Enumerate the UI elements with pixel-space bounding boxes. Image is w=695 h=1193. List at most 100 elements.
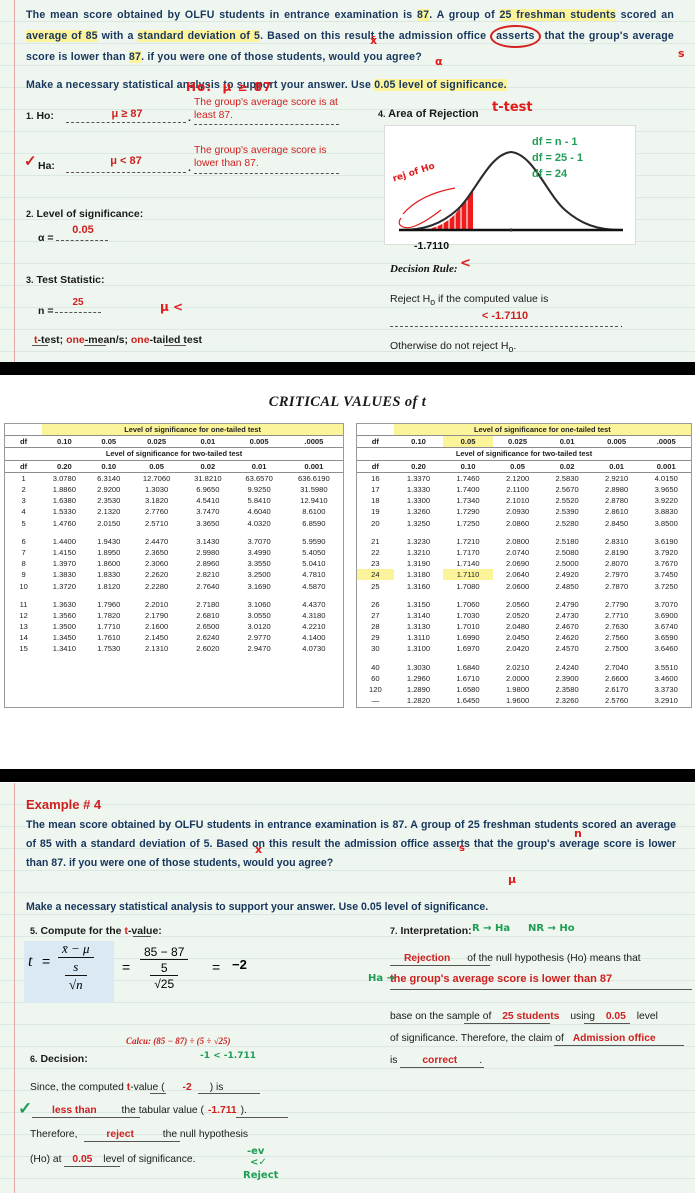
step3-underline-one1: [84, 345, 106, 346]
table-cell: 1.7460: [456, 473, 480, 483]
table-cell: 3.7450: [654, 570, 678, 580]
table-row[interactable]: 26 1.3150 1.7060 2.0560 2.4790 2.7790 3.7070: [357, 599, 691, 610]
table-cell: 1.3970: [52, 559, 76, 569]
table-cell: 2.6500: [196, 622, 220, 632]
table-cell: 1.7340: [456, 496, 480, 506]
table-row[interactable]: 1 3.0780 6.3140 12.7060 31.8210 63.6570 636.61…: [5, 472, 343, 484]
step1-desc-line: [194, 124, 339, 125]
table-cell: 2.1600: [144, 622, 169, 632]
table-cell: 2.5000: [555, 559, 579, 569]
table-cell: 2.5080: [555, 547, 579, 557]
table-cell-df: 13: [19, 622, 28, 632]
header-twotail-col: 0.01: [233, 460, 285, 473]
table-row[interactable]: — 1.2820 1.6450 1.9600 2.3260 2.5760 3.2910: [357, 695, 691, 706]
table-header-two-tailed-span: Level of significance for two-tailed tes…: [357, 447, 691, 461]
table-row[interactable]: 25 1.3160 1.7080 2.0600 2.4850 2.7870 3.7250: [357, 580, 691, 591]
step1b-desc-line: [194, 173, 339, 174]
table-cell: 2.0600: [505, 581, 530, 591]
calculator-note: Calcu: (85 − 87) ÷ (5 ÷ √25): [126, 1036, 231, 1046]
table-cell: 2.5280: [555, 518, 579, 528]
step1-ho-answer: μ ≥ 87: [111, 108, 143, 120]
table-cell: 2.8980: [605, 485, 629, 495]
table-cell: 8.6100: [302, 507, 326, 517]
table-cell: 3.0550: [247, 610, 271, 620]
problem-mean-value: 87: [417, 9, 430, 21]
table-cell: 2.8610: [605, 507, 629, 517]
table-cell: 63.6570: [245, 473, 273, 483]
table-row[interactable]: 11 1.3630 1.7960 2.2010 2.7180 3.1060 4.4370: [5, 599, 343, 610]
table-row[interactable]: 19 1.3260 1.7290 2.0930 2.5390 2.8610 3.8830: [357, 506, 691, 517]
table-row[interactable]: 8 1.3970 1.8600 2.3060 2.8960 3.3550 5.0410: [5, 558, 343, 569]
table-cell: 2.0520: [505, 610, 530, 620]
step7-claim-value: Admission office: [572, 1033, 656, 1044]
table-cell: 2.5760: [605, 696, 629, 706]
table-row[interactable]: 27 1.3140 1.7030 2.0520 2.4730 2.7710 3.6900: [357, 610, 691, 621]
table-row[interactable]: 20 1.3250 1.7250 2.0860 2.5280 2.8450 3.8500: [357, 518, 691, 529]
header-one-tailed-label: Level of significance for one-tailed tes…: [393, 424, 691, 436]
critical-value-label: -1.7110: [414, 240, 450, 252]
annotation-alpha-top: α: [435, 55, 443, 68]
header-twotail-col: 0.20: [42, 460, 87, 473]
formula-t-symbol: t: [28, 953, 33, 970]
table-cell: 2.9470: [247, 644, 271, 654]
table-row[interactable]: 14 1.3450 1.7610 2.1450 2.6240 2.9770 4.1400: [5, 632, 343, 643]
formula-denominator: s √n: [58, 958, 94, 993]
table-row[interactable]: 29 1.3110 1.6990 2.0450 2.4620 2.7560 3.6590: [357, 632, 691, 643]
table-row[interactable]: 7 1.4150 1.8950 2.3650 2.9980 3.4990 5.4050: [5, 547, 343, 558]
table-row[interactable]: 24 1.3180 1.7110 2.0640 2.4920 2.7970 3.7450: [357, 569, 691, 581]
step1-period: .: [188, 112, 191, 124]
table-row[interactable]: 16 1.3370 1.7460 2.1200 2.5830 2.9210 4.0150: [357, 472, 691, 484]
table-row[interactable]: 23 1.3190 1.7140 2.0690 2.5000 2.8070 3.7670: [357, 558, 691, 569]
table-gap-row: [5, 592, 343, 599]
table-row[interactable]: 60 1.2960 1.6710 2.0000 2.3900 2.6600 3.4600: [357, 673, 691, 684]
table-row[interactable]: 10 1.3720 1.8120 2.2280 2.7640 3.1690 4.5870: [5, 580, 343, 591]
table-row[interactable]: 15 1.3410 1.7530 2.1310 2.6020 2.9470 4.0730: [5, 643, 343, 654]
table-row[interactable]: 12 1.3560 1.7820 2.1790 2.6810 3.0550 4.3180: [5, 610, 343, 621]
table-cell: 2.3580: [555, 685, 579, 695]
table-cell: 1.3140: [406, 610, 431, 620]
table-cell: 1.3260: [406, 507, 431, 517]
table-row[interactable]: 120 1.2890 1.6580 1.9800 2.3580 2.6170 3.3730: [357, 684, 691, 695]
table-row[interactable]: 40 1.3030 1.6840 2.0210 2.4240 2.7040 3.5510: [357, 662, 691, 673]
table-cell: 3.1060: [247, 599, 271, 609]
table-cell: 2.6020: [196, 644, 220, 654]
table-row[interactable]: 22 1.3210 1.7170 2.0740 2.5080 2.8190 3.7920: [357, 547, 691, 558]
table-cell: 9.9250: [247, 485, 271, 495]
table-row[interactable]: 13 1.3500 1.7710 2.1600 2.6500 3.0120 4.2210: [5, 621, 343, 632]
table-row[interactable]: 9 1.3830 1.8330 2.2620 2.8210 3.2500 4.7810: [5, 569, 343, 580]
table-cell: 2.8960: [196, 559, 220, 569]
table-row[interactable]: 21 1.3230 1.7210 2.0800 2.5180 2.8310 3.6190: [357, 536, 691, 547]
table-row[interactable]: 5 1.4760 2.0150 2.5710 3.3650 4.0320 6.8590: [5, 518, 343, 529]
annotation-n-mark: n: [574, 827, 582, 840]
step1b-blank-line: [66, 172, 186, 173]
table-row[interactable]: 6 1.4400 1.9430 2.4470 3.1430 3.7070 5.9590: [5, 536, 343, 547]
header-onetail-col: 0.01: [182, 435, 234, 449]
table-row[interactable]: 18 1.3300 1.7340 2.1010 2.5520 2.8780 3.9220: [357, 495, 691, 506]
formula-equals-3: =: [212, 959, 221, 975]
table-header-two-tailed-cols: df 0.20 0.10 0.05 0.02 0.01 0.001: [357, 460, 691, 473]
annotation-reject-word: Reject: [243, 1170, 279, 1181]
table-cell: 31.5980: [300, 485, 328, 495]
table-cell: 1.8950: [97, 547, 121, 557]
table-row[interactable]: 3 1.6380 2.3530 3.1820 4.5410 5.8410 12.9410: [5, 495, 343, 506]
table-cell: 2.9200: [97, 485, 121, 495]
table-cell: 6.8590: [302, 518, 326, 528]
table-row[interactable]: 2 1.8860 2.9200 1.3030 6.9650 9.9250 31.5980: [5, 484, 343, 495]
step6-computed-value: -2: [182, 1082, 192, 1093]
slide-example-4: Example # 4 The mean score obtained by O…: [0, 783, 695, 1193]
separator-band-bottom: [0, 769, 695, 782]
step7-means-text: of the null hypothesis (Ho) means that: [467, 953, 641, 964]
table-row[interactable]: 17 1.3330 1.7400 2.1100 2.5670 2.8980 3.9650: [357, 484, 691, 495]
step7-sample-value: 25 students: [502, 1011, 560, 1022]
table-cell: 1.3560: [52, 610, 76, 620]
table-row[interactable]: 30 1.3100 1.6970 2.0420 2.4570 2.7500 3.6460: [357, 643, 691, 654]
table-cell: 2.9770: [247, 633, 271, 643]
table-row[interactable]: 28 1.3130 1.7010 2.0480 2.4670 2.7630 3.6740: [357, 621, 691, 632]
formula-numerator: x̄ − μ: [58, 941, 94, 958]
table-cell: 2.3650: [144, 547, 169, 557]
table-row[interactable]: 4 1.5330 2.1320 2.7760 3.7470 4.6040 8.6100: [5, 506, 343, 517]
header-twotail-col: 0.05: [130, 460, 183, 473]
table-cell: 3.9650: [654, 485, 678, 495]
step6-close-paren: ).: [240, 1105, 247, 1116]
step6-underline-reject: [84, 1141, 180, 1142]
